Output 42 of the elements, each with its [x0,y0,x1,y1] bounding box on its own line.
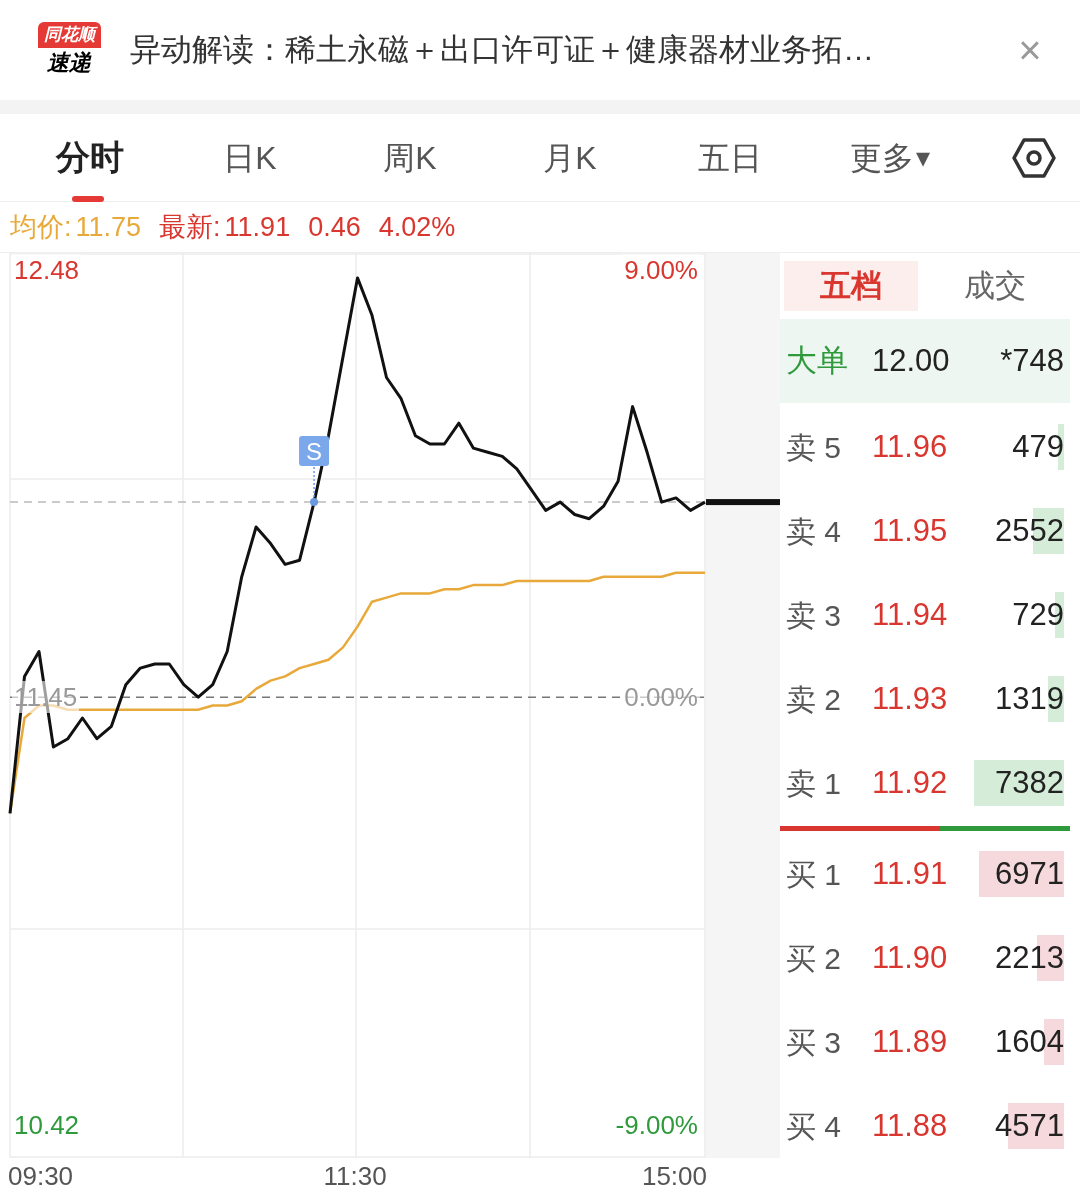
order-book-tab[interactable]: 五档 [784,261,918,311]
chart-tab[interactable]: 更多▾ [810,113,970,202]
percent-change: 4.02% [378,210,456,244]
order-price: 11.95 [872,511,949,550]
order-price: 11.92 [872,763,949,802]
time-axis-label: 11:30 [323,1160,387,1193]
price-change: 0.46 [308,210,361,244]
order-price: 11.88 [872,1106,949,1145]
order-label: 卖 5 [786,429,843,466]
order-label: 卖 4 [786,513,843,550]
order-price: 11.89 [872,1022,949,1061]
chart-tab[interactable]: 日K [170,113,330,202]
order-label: 买 2 [786,940,843,977]
order-price: 11.96 [872,427,949,466]
last-price-value: 11.91 [224,210,291,244]
order-price: 11.94 [872,595,949,634]
chart-tab[interactable]: 分时 [10,113,170,202]
order-label: 买 1 [786,856,843,893]
order-price: 12.00 [872,341,951,380]
chart-tab[interactable]: 月K [490,113,650,202]
order-label: 卖 3 [786,597,843,634]
time-axis-label: 09:30 [8,1160,74,1193]
order-volume: 7382 [974,760,1064,806]
annotation: S [306,438,323,466]
avg-price-value: 11.75 [75,210,142,244]
order-volume: *748 [999,342,1064,380]
order-label: 卖 2 [786,681,843,718]
order-price: 11.93 [872,679,949,718]
order-label: 买 3 [786,1024,843,1061]
app-logo: 同花顺 速递 [30,22,108,78]
time-axis-label: 15:00 [641,1160,707,1193]
news-title[interactable]: 异动解读：稀土永磁＋出口许可证＋健康器材业务拓… [130,26,988,74]
order-price: 11.90 [872,938,949,977]
order-label: 大单 [786,341,849,380]
order-price: 11.91 [872,854,949,893]
order-label: 卖 1 [786,765,843,802]
avg-price-label: 均价: [10,210,72,244]
last-price-label: 最新: [159,210,221,244]
chart-tab[interactable]: 周K [330,113,490,202]
order-book-tab[interactable]: 成交 [928,261,1062,311]
chart-tab[interactable]: 五日 [650,113,810,202]
order-label: 买 4 [786,1108,843,1145]
